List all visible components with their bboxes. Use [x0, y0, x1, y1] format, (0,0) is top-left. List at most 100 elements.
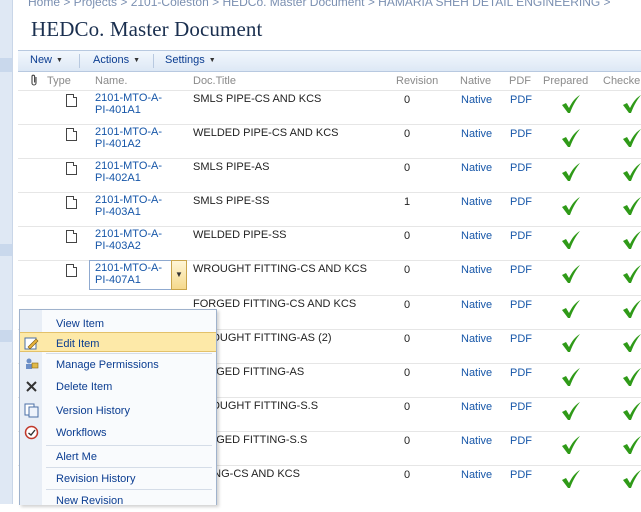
prepared-check-icon: [560, 93, 582, 115]
revision-cell: 0: [404, 128, 411, 140]
revision-cell: 0: [404, 162, 411, 174]
pdf-file-link[interactable]: PDF: [510, 367, 532, 379]
revision-cell: 0: [404, 469, 411, 481]
menu-item-label: Manage Permissions: [56, 359, 159, 371]
document-icon: [66, 264, 77, 277]
native-file-link[interactable]: Native: [461, 333, 492, 345]
menu-item-delete-item[interactable]: Delete Item: [20, 376, 216, 398]
document-name-link[interactable]: 2101-MTO-A- PI-402A1: [95, 160, 165, 184]
native-file-link[interactable]: Native: [461, 196, 492, 208]
native-file-link[interactable]: Native: [461, 469, 492, 481]
column-header-revision[interactable]: Revision: [396, 75, 438, 87]
document-name-line-1: 2101-MTO-A-: [95, 160, 163, 172]
doc-title-cell: WROUGHT FITTING-CS AND KCS: [193, 263, 367, 275]
left-nav-strip: [0, 0, 13, 504]
breadcrumb[interactable]: Home > Projects > 2101-Coleston > HEDCo.…: [28, 0, 611, 9]
menu-item-label: Version History: [56, 405, 130, 417]
settings-menu-button[interactable]: Settings ▼: [165, 54, 216, 66]
pdf-file-link[interactable]: PDF: [510, 196, 532, 208]
new-label: New: [30, 54, 53, 66]
item-menu-dropdown-button[interactable]: ▼: [171, 260, 187, 290]
menu-item-new-revision[interactable]: New Revision: [20, 490, 216, 512]
document-name-line-2: PI-403A2: [95, 240, 141, 252]
menu-item-edit-item[interactable]: Edit Item: [20, 332, 216, 352]
column-header-prepared[interactable]: Prepared: [543, 75, 588, 87]
menu-item-alert-me[interactable]: Alert Me: [20, 446, 216, 468]
prepared-check-icon: [560, 195, 582, 217]
pdf-file-link[interactable]: PDF: [510, 94, 532, 106]
checked-check-icon: [621, 127, 641, 149]
actions-menu-button[interactable]: Actions ▼: [93, 54, 140, 66]
document-name-line-1: 2101-MTO-A-: [95, 92, 163, 104]
native-file-link[interactable]: Native: [461, 264, 492, 276]
native-file-link[interactable]: Native: [461, 299, 492, 311]
pdf-file-link[interactable]: PDF: [510, 230, 532, 242]
revision-cell: 0: [404, 333, 411, 345]
pdf-file-link[interactable]: PDF: [510, 435, 532, 447]
native-file-link[interactable]: Native: [461, 162, 492, 174]
document-name-link[interactable]: 2101-MTO-A- PI-401A1: [95, 92, 165, 116]
doc-title-cell: SMLS PIPE-AS: [193, 161, 270, 173]
native-file-link[interactable]: Native: [461, 401, 492, 413]
settings-label: Settings: [165, 54, 205, 66]
pdf-file-link[interactable]: PDF: [510, 162, 532, 174]
prepared-check-icon: [560, 127, 582, 149]
document-name-line-2: PI-407A1: [95, 274, 141, 286]
menu-item-label: Edit Item: [56, 338, 100, 350]
document-name-link[interactable]: 2101-MTO-A- PI-401A2: [95, 126, 165, 150]
delete-icon: [24, 379, 39, 394]
menu-item-manage-permissions[interactable]: Manage Permissions: [20, 354, 216, 376]
column-header-title[interactable]: Doc.Title: [193, 75, 236, 87]
prepared-check-icon: [560, 400, 582, 422]
native-file-link[interactable]: Native: [461, 94, 492, 106]
column-header-name[interactable]: Name.: [95, 75, 127, 87]
menu-item-version-history[interactable]: Version History: [20, 400, 216, 422]
new-menu-button[interactable]: New ▼: [30, 54, 63, 66]
native-file-link[interactable]: Native: [461, 435, 492, 447]
checked-check-icon: [621, 195, 641, 217]
checked-check-icon: [621, 366, 641, 388]
menu-item-workflows[interactable]: Workflows: [20, 422, 216, 444]
doc-title-cell: WELDED PIPE-CS AND KCS: [193, 127, 339, 139]
column-header-checked[interactable]: Checke: [603, 75, 640, 87]
column-header-type[interactable]: Type: [47, 75, 71, 87]
actions-label: Actions: [93, 54, 130, 66]
menu-item-label: New Revision: [56, 495, 124, 507]
native-file-link[interactable]: Native: [461, 230, 492, 242]
revision-cell: 0: [404, 264, 411, 276]
column-header-native[interactable]: Native: [460, 75, 491, 87]
document-name-link[interactable]: 2101-MTO-A- PI-403A2: [95, 228, 165, 252]
document-name-link[interactable]: 2101-MTO-A- PI-403A1: [95, 194, 165, 218]
pdf-file-link[interactable]: PDF: [510, 264, 532, 276]
chevron-down-icon: ▼: [133, 57, 141, 64]
document-name-line-2: PI-401A2: [95, 138, 141, 150]
menu-item-label: Alert Me: [56, 451, 97, 463]
pdf-file-link[interactable]: PDF: [510, 128, 532, 140]
attachment-icon[interactable]: [30, 74, 38, 89]
document-name-link[interactable]: 2101-MTO-A- PI-407A1: [95, 262, 165, 286]
permissions-icon: [24, 357, 39, 372]
pdf-file-link[interactable]: PDF: [510, 333, 532, 345]
left-nav-band: [0, 244, 12, 256]
version-history-icon: [24, 403, 39, 418]
left-nav-band: [0, 58, 12, 72]
pdf-file-link[interactable]: PDF: [510, 401, 532, 413]
native-file-link[interactable]: Native: [461, 367, 492, 379]
native-file-link[interactable]: Native: [461, 128, 492, 140]
checked-check-icon: [621, 263, 641, 285]
toolbar-divider: [79, 54, 80, 68]
document-name-line-1: 2101-MTO-A-: [95, 262, 163, 274]
checked-check-icon: [621, 298, 641, 320]
revision-cell: 0: [404, 230, 411, 242]
prepared-check-icon: [560, 332, 582, 354]
pdf-file-link[interactable]: PDF: [510, 299, 532, 311]
revision-cell: 0: [404, 94, 411, 106]
prepared-check-icon: [560, 434, 582, 456]
prepared-check-icon: [560, 263, 582, 285]
document-name-line-1: 2101-MTO-A-: [95, 194, 163, 206]
menu-item-label: Workflows: [56, 427, 107, 439]
pdf-file-link[interactable]: PDF: [510, 469, 532, 481]
column-header-pdf[interactable]: PDF: [509, 75, 531, 87]
menu-item-revision-history[interactable]: Revision History: [20, 468, 216, 490]
workflows-icon: [24, 425, 39, 440]
